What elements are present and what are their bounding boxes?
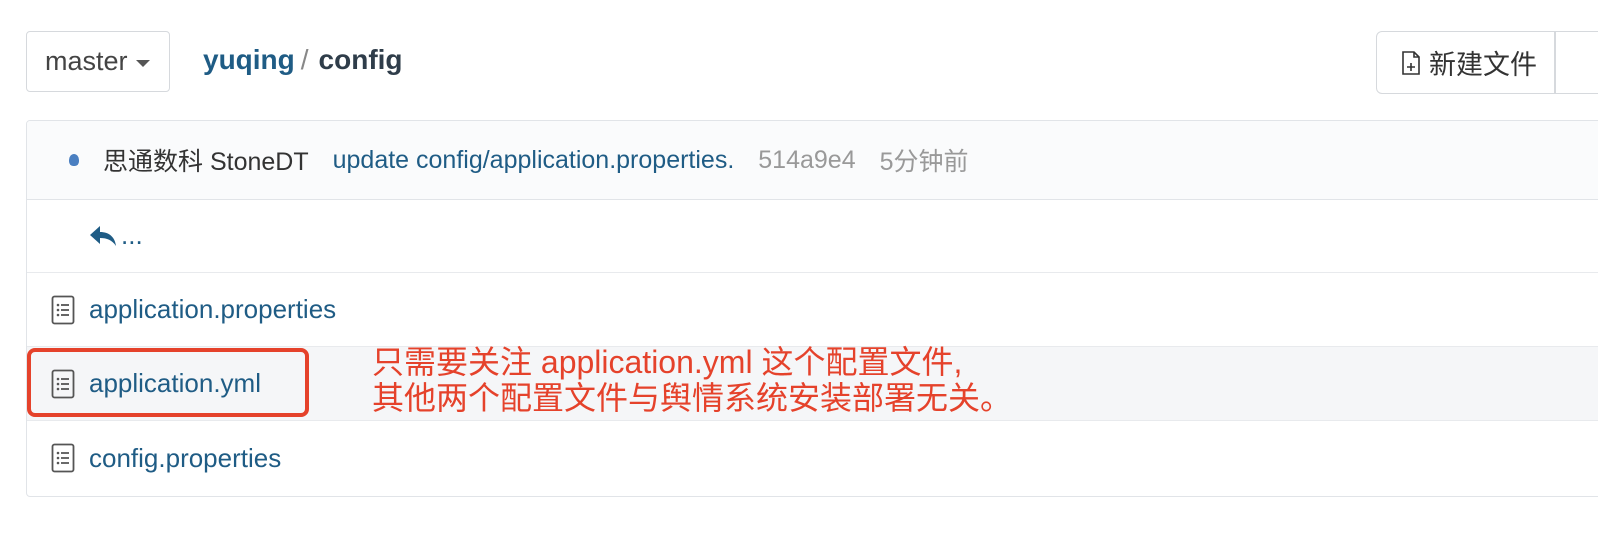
reply-arrow-icon xyxy=(90,225,116,246)
new-file-label: 新建文件 xyxy=(1429,50,1537,80)
annotation-note: 只需要关注 application.yml 这个配置文件, 其他两个配置文件与舆… xyxy=(372,344,1012,416)
new-file-icon xyxy=(1402,50,1420,75)
breadcrumb-repo-link[interactable]: yuqing xyxy=(203,44,295,76)
annotation-highlight-box xyxy=(27,348,309,417)
new-file-button[interactable]: 新建文件 xyxy=(1376,31,1598,94)
caret-down-icon xyxy=(135,59,150,67)
author-avatar-icon xyxy=(69,154,79,166)
button-group-divider xyxy=(1554,31,1556,94)
file-row[interactable]: application.properties xyxy=(27,273,1598,347)
file-browser-panel: 思通数科 StoneDT update config/application.p… xyxy=(26,120,1598,497)
file-name-link[interactable]: application.properties xyxy=(89,294,336,325)
breadcrumb-separator: / xyxy=(300,44,309,75)
commit-time: 5分钟前 xyxy=(879,148,969,176)
parent-directory-link[interactable]: ... xyxy=(121,220,143,251)
file-name-link[interactable]: config.properties xyxy=(89,443,281,474)
breadcrumb-current: config xyxy=(318,44,403,75)
commit-hash[interactable]: 514a9e4 xyxy=(758,146,855,175)
commit-message-link[interactable]: update config/application.properties. xyxy=(333,146,735,175)
parent-directory-row[interactable]: ... xyxy=(27,199,1598,273)
branch-label: master xyxy=(45,46,128,76)
file-row[interactable]: config.properties xyxy=(27,421,1598,495)
file-text-icon xyxy=(51,295,75,324)
commit-author[interactable]: 思通数科 StoneDT xyxy=(103,142,309,178)
breadcrumb: yuqing / config xyxy=(203,44,403,76)
latest-commit-bar: 思通数科 StoneDT update config/application.p… xyxy=(27,121,1598,200)
annotation-line-2: 其他两个配置文件与舆情系统安装部署无关。 xyxy=(372,380,1013,416)
annotation-line-1: 只需要关注 application.yml 这个配置文件, xyxy=(372,344,963,380)
branch-select[interactable]: master xyxy=(26,31,170,92)
file-text-icon xyxy=(51,443,75,473)
